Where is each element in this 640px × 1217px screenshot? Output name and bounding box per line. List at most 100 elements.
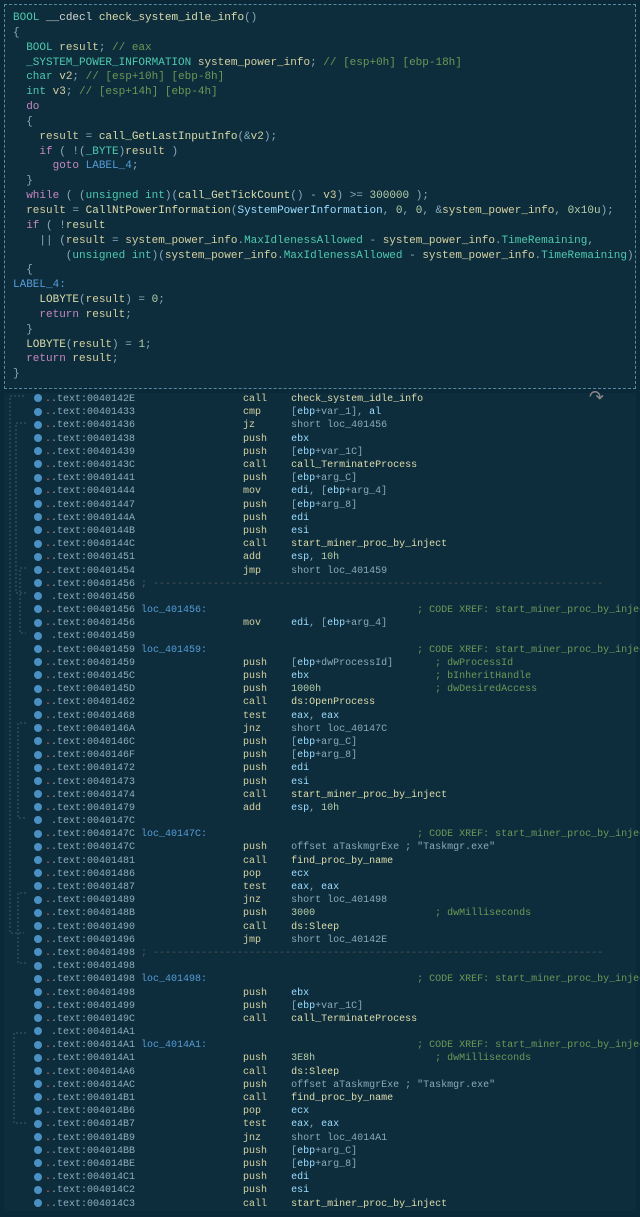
asm-line[interactable]: .text:0040147C bbox=[34, 815, 636, 828]
asm-line[interactable]: ..text:0040142E call check_system_idle_i… bbox=[34, 393, 636, 406]
breakpoint-dot-icon[interactable] bbox=[34, 526, 42, 534]
breakpoint-dot-icon[interactable] bbox=[34, 988, 42, 996]
breakpoint-dot-icon[interactable] bbox=[34, 751, 42, 759]
asm-line[interactable]: ..text:00401439 push [ebp+var_1C] bbox=[34, 446, 636, 459]
breakpoint-dot-icon[interactable] bbox=[34, 737, 42, 745]
breakpoint-dot-icon[interactable] bbox=[34, 711, 42, 719]
asm-line[interactable]: ..text:00401456 mov edi, [ebp+arg_4] bbox=[34, 617, 636, 630]
breakpoint-dot-icon[interactable] bbox=[34, 513, 42, 521]
breakpoint-dot-icon[interactable] bbox=[34, 777, 42, 785]
breakpoint-dot-icon[interactable] bbox=[34, 856, 42, 864]
asm-line[interactable]: ..text:004014A1 push 3E8h ; dwMillisecon… bbox=[34, 1052, 636, 1065]
asm-line[interactable]: .text:00401459 bbox=[34, 630, 636, 643]
asm-line[interactable]: ..text:004014A6 call ds:Sleep bbox=[34, 1066, 636, 1079]
asm-line[interactable]: ..text:00401489 jnz short loc_401498 bbox=[34, 894, 636, 907]
breakpoint-dot-icon[interactable] bbox=[34, 724, 42, 732]
breakpoint-dot-icon[interactable] bbox=[34, 1173, 42, 1181]
asm-line[interactable]: ..text:00401459 push [ebp+dwProcessId] ;… bbox=[34, 657, 636, 670]
breakpoint-dot-icon[interactable] bbox=[34, 1107, 42, 1115]
breakpoint-dot-icon[interactable] bbox=[34, 1093, 42, 1101]
breakpoint-dot-icon[interactable] bbox=[34, 948, 42, 956]
asm-line[interactable]: ..text:004014BE push [ebp+arg_8] bbox=[34, 1158, 636, 1171]
breakpoint-dot-icon[interactable] bbox=[34, 500, 42, 508]
asm-line[interactable]: ..text:00401456 ; ----------------------… bbox=[34, 578, 636, 591]
breakpoint-dot-icon[interactable] bbox=[34, 1027, 42, 1035]
asm-line[interactable]: ..text:00401499 push [ebp+var_1C] bbox=[34, 1000, 636, 1013]
asm-line[interactable]: ..text:00401473 push esi bbox=[34, 776, 636, 789]
asm-line[interactable]: ..text:004014A1 loc_4014A1: ; CODE XREF:… bbox=[34, 1039, 636, 1052]
breakpoint-dot-icon[interactable] bbox=[34, 540, 42, 548]
asm-line[interactable]: ..text:00401481 call find_proc_by_name bbox=[34, 855, 636, 868]
asm-line[interactable]: ..text:00401474 call start_miner_proc_by… bbox=[34, 789, 636, 802]
asm-line[interactable]: ..text:0040144A push edi bbox=[34, 512, 636, 525]
asm-line[interactable]: ..text:00401456 loc_401456: ; CODE XREF:… bbox=[34, 604, 636, 617]
breakpoint-dot-icon[interactable] bbox=[34, 460, 42, 468]
breakpoint-dot-icon[interactable] bbox=[34, 1014, 42, 1022]
asm-line[interactable]: ..text:00401490 call ds:Sleep bbox=[34, 921, 636, 934]
asm-line[interactable]: ..text:004014B7 test eax, eax bbox=[34, 1118, 636, 1131]
asm-line[interactable]: ..text:004014B6 pop ecx bbox=[34, 1105, 636, 1118]
breakpoint-dot-icon[interactable] bbox=[34, 803, 42, 811]
asm-line[interactable]: ..text:00401498 ; ----------------------… bbox=[34, 947, 636, 960]
breakpoint-dot-icon[interactable] bbox=[34, 632, 42, 640]
breakpoint-dot-icon[interactable] bbox=[34, 658, 42, 666]
breakpoint-dot-icon[interactable] bbox=[34, 896, 42, 904]
breakpoint-dot-icon[interactable] bbox=[34, 553, 42, 561]
asm-line[interactable]: ..text:0040146A jnz short loc_40147C bbox=[34, 723, 636, 736]
asm-line[interactable]: ..text:00401472 push edi bbox=[34, 762, 636, 775]
asm-line[interactable]: ..text:004014AC push offset aTaskmgrExe … bbox=[34, 1079, 636, 1092]
breakpoint-dot-icon[interactable] bbox=[34, 935, 42, 943]
breakpoint-dot-icon[interactable] bbox=[34, 1001, 42, 1009]
asm-line[interactable]: ..text:004014C2 push esi bbox=[34, 1184, 636, 1197]
asm-line[interactable]: ..text:0040144C call start_miner_proc_by… bbox=[34, 538, 636, 551]
breakpoint-dot-icon[interactable] bbox=[34, 671, 42, 679]
breakpoint-dot-icon[interactable] bbox=[34, 764, 42, 772]
breakpoint-dot-icon[interactable] bbox=[34, 975, 42, 983]
asm-line[interactable]: ..text:0040145D push 1000h ; dwDesiredAc… bbox=[34, 683, 636, 696]
asm-line[interactable]: ..text:00401468 test eax, eax bbox=[34, 710, 636, 723]
asm-line[interactable]: ..text:00401451 add esp, 10h bbox=[34, 551, 636, 564]
breakpoint-dot-icon[interactable] bbox=[34, 605, 42, 613]
asm-line[interactable]: ..text:00401433 cmp [ebp+var_1], al bbox=[34, 406, 636, 419]
asm-line[interactable]: ..text:0040144B push esi bbox=[34, 525, 636, 538]
asm-line[interactable]: ..text:00401454 jmp short loc_401459 bbox=[34, 565, 636, 578]
asm-line[interactable]: ..text:0040148B push 3000 ; dwMillisecon… bbox=[34, 907, 636, 920]
breakpoint-dot-icon[interactable] bbox=[34, 619, 42, 627]
asm-line[interactable]: ..text:00401486 pop ecx bbox=[34, 868, 636, 881]
breakpoint-dot-icon[interactable] bbox=[34, 1146, 42, 1154]
breakpoint-dot-icon[interactable] bbox=[34, 1120, 42, 1128]
breakpoint-dot-icon[interactable] bbox=[34, 830, 42, 838]
asm-line[interactable]: ..text:004014C3 call start_miner_proc_by… bbox=[34, 1198, 636, 1211]
asm-line[interactable]: ..text:00401447 push [ebp+arg_8] bbox=[34, 499, 636, 512]
asm-line[interactable]: ..text:0040145C push ebx ; bInheritHandl… bbox=[34, 670, 636, 683]
breakpoint-dot-icon[interactable] bbox=[34, 592, 42, 600]
breakpoint-dot-icon[interactable] bbox=[34, 816, 42, 824]
asm-line[interactable]: ..text:004014BB push [ebp+arg_C] bbox=[34, 1145, 636, 1158]
breakpoint-dot-icon[interactable] bbox=[34, 394, 42, 402]
breakpoint-dot-icon[interactable] bbox=[34, 909, 42, 917]
asm-line[interactable]: ..text:00401479 add esp, 10h bbox=[34, 802, 636, 815]
breakpoint-dot-icon[interactable] bbox=[34, 408, 42, 416]
breakpoint-dot-icon[interactable] bbox=[34, 474, 42, 482]
breakpoint-dot-icon[interactable] bbox=[34, 1133, 42, 1141]
asm-line[interactable]: ..text:0040146C push [ebp+arg_C] bbox=[34, 736, 636, 749]
asm-line[interactable]: .text:004014A1 bbox=[34, 1026, 636, 1039]
asm-line[interactable]: ..text:004014C1 push edi bbox=[34, 1171, 636, 1184]
breakpoint-dot-icon[interactable] bbox=[34, 447, 42, 455]
breakpoint-dot-icon[interactable] bbox=[34, 579, 42, 587]
breakpoint-dot-icon[interactable] bbox=[34, 882, 42, 890]
asm-line[interactable]: ..text:00401462 call ds:OpenProcess bbox=[34, 696, 636, 709]
asm-line[interactable]: ..text:00401438 push ebx bbox=[34, 433, 636, 446]
breakpoint-dot-icon[interactable] bbox=[34, 1067, 42, 1075]
asm-line[interactable]: ..text:00401459 loc_401459: ; CODE XREF:… bbox=[34, 644, 636, 657]
asm-line[interactable]: ..text:00401498 push ebx bbox=[34, 987, 636, 1000]
breakpoint-dot-icon[interactable] bbox=[34, 1159, 42, 1167]
breakpoint-dot-icon[interactable] bbox=[34, 1080, 42, 1088]
asm-line[interactable]: ..text:0040147C push offset aTaskmgrExe … bbox=[34, 841, 636, 854]
asm-line[interactable]: ..text:004014B1 call find_proc_by_name bbox=[34, 1092, 636, 1105]
breakpoint-dot-icon[interactable] bbox=[34, 1199, 42, 1207]
breakpoint-dot-icon[interactable] bbox=[34, 1186, 42, 1194]
breakpoint-dot-icon[interactable] bbox=[34, 566, 42, 574]
breakpoint-dot-icon[interactable] bbox=[34, 421, 42, 429]
asm-line[interactable]: ..text:00401498 loc_401498: ; CODE XREF:… bbox=[34, 973, 636, 986]
